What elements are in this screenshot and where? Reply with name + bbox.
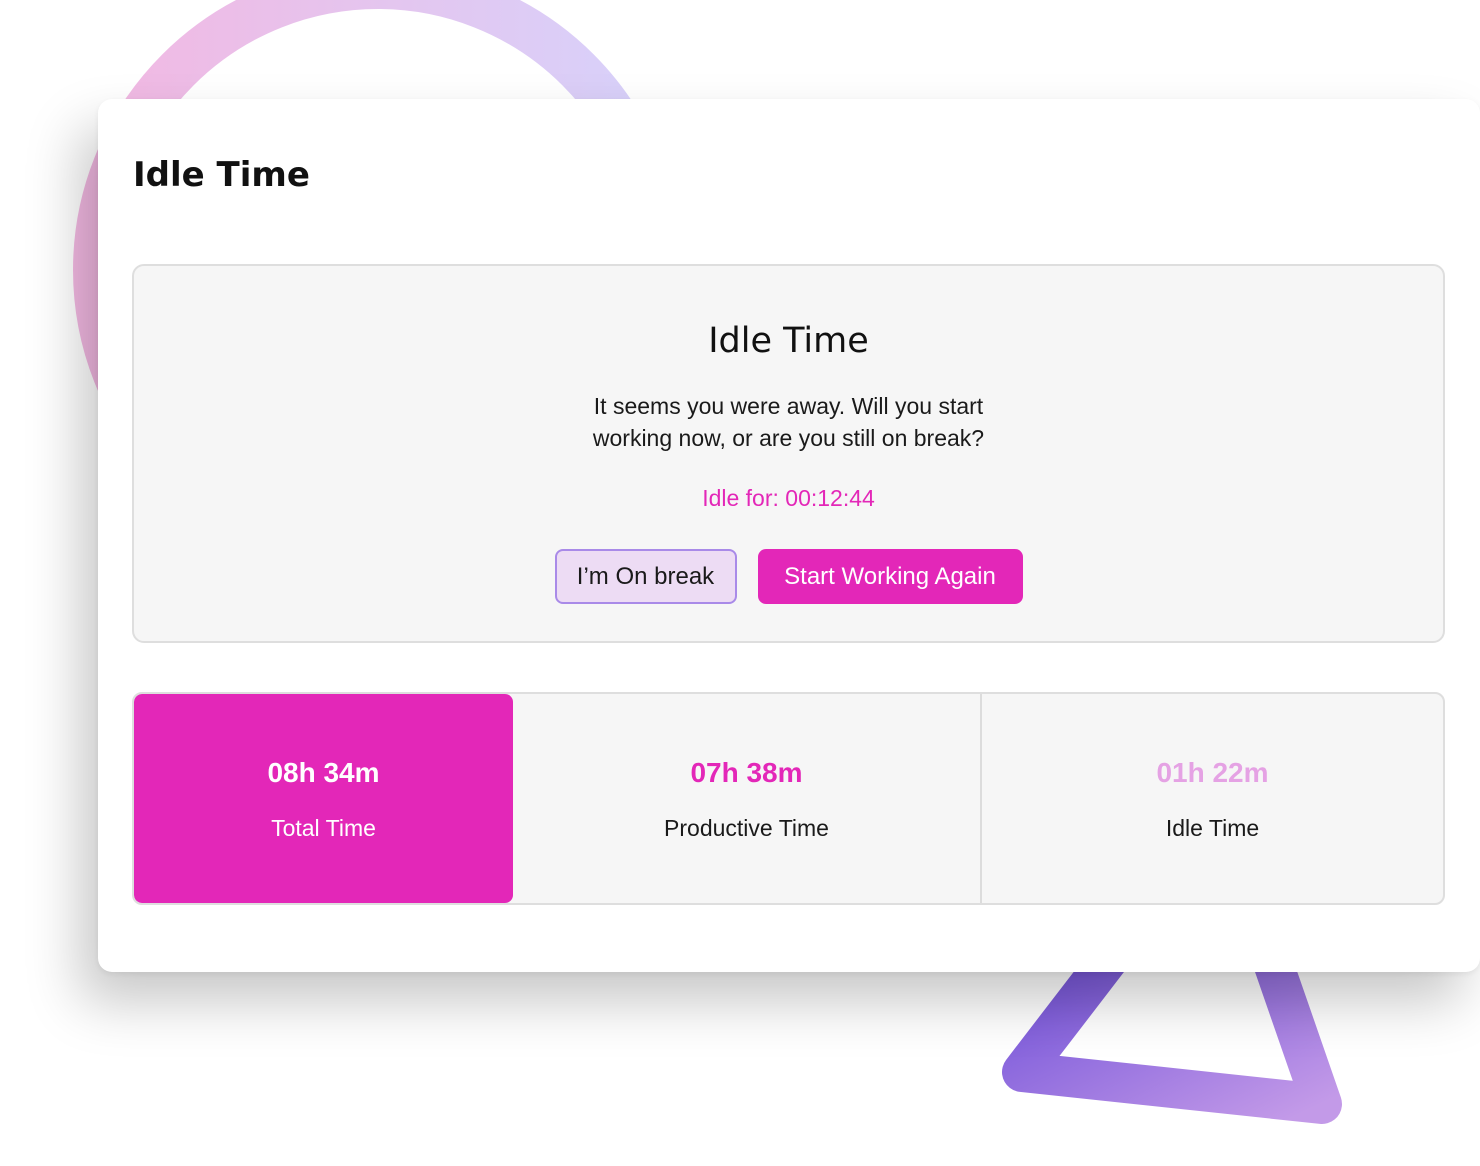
- stat-label: Idle Time: [1165, 815, 1260, 841]
- page-title: Idle Time: [133, 155, 310, 195]
- stat-value: 07h 38m: [690, 757, 803, 788]
- dialog-title: Idle Time: [708, 321, 869, 361]
- stat-total-time: 08h 34m Total Time: [134, 694, 513, 903]
- dialog-actions: I’m On break Start Working Again: [134, 549, 1443, 604]
- on-break-button[interactable]: I’m On break: [554, 549, 737, 604]
- dialog-message: It seems you were away. Will you start w…: [592, 393, 985, 451]
- time-stats: 08h 34m Total Time 07h 38m Productive Ti…: [132, 692, 1445, 905]
- stat-value: 01h 22m: [1156, 757, 1269, 788]
- idle-duration: Idle for: 00:12:44: [702, 485, 875, 511]
- stage: Idle Time Idle Time It seems you were aw…: [0, 0, 1480, 1166]
- stat-value: 08h 34m: [267, 757, 380, 788]
- idle-dialog: Idle Time It seems you were away. Will y…: [132, 264, 1445, 643]
- idle-time-card: Idle Time Idle Time It seems you were aw…: [98, 99, 1480, 972]
- stat-idle-time: 01h 22m Idle Time: [982, 694, 1443, 903]
- stat-label: Total Time: [271, 815, 376, 841]
- start-working-button[interactable]: Start Working Again: [757, 549, 1023, 604]
- stat-productive-time: 07h 38m Productive Time: [513, 694, 982, 903]
- stat-label: Productive Time: [664, 815, 829, 841]
- decorative-triangle: [1002, 940, 1342, 1124]
